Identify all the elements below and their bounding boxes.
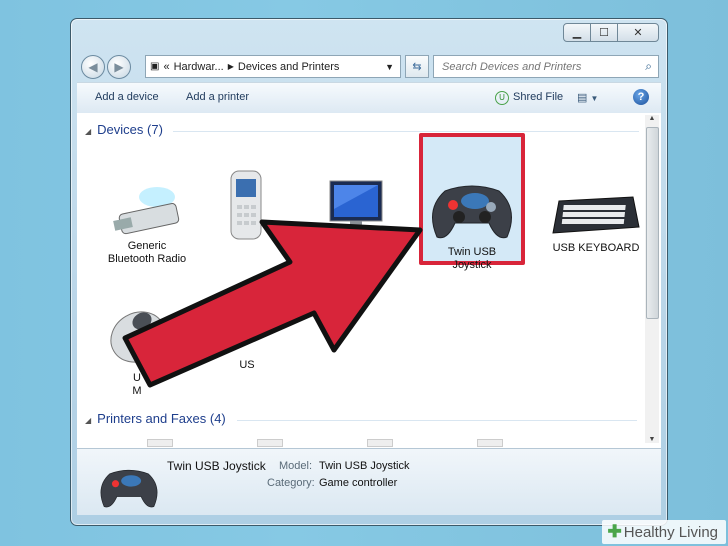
device-usb-mouse[interactable]: U M — [87, 303, 187, 398]
device-twin-usb-joystick[interactable]: Twin USB Joystick — [422, 179, 522, 272]
device-label-line1: U — [133, 372, 141, 384]
device-phone[interactable] — [197, 169, 297, 244]
printers-group-header[interactable]: ◢ Printers and Faxes (4) — [85, 411, 226, 426]
collapse-triangle-icon: ◢ — [85, 416, 92, 425]
control-panel-icon: ▣ — [150, 61, 160, 72]
scroll-thumb[interactable] — [646, 127, 659, 319]
printer-icons-partial — [147, 439, 587, 448]
view-options-button[interactable]: ▤ ▼ — [577, 91, 598, 104]
printer-icon[interactable] — [367, 439, 393, 447]
details-pane: Twin USB Joystick Model: Twin USB Joysti… — [77, 449, 661, 515]
group-divider — [237, 420, 637, 421]
details-category-value: Game controller — [319, 477, 398, 489]
breadcrumb-overflow[interactable]: « — [163, 61, 169, 73]
scroll-down-icon[interactable]: ▼ — [645, 436, 659, 443]
scroll-up-icon[interactable]: ▲ — [645, 115, 659, 122]
watermark: ✚ Healthy Living — [601, 520, 726, 544]
close-button[interactable]: ✕ — [617, 23, 659, 42]
mouse-icon — [110, 311, 166, 363]
breadcrumb-hardware[interactable]: Hardwar... — [174, 61, 224, 73]
details-model-value: Twin USB Joystick — [319, 460, 410, 472]
keyboard-icon — [552, 196, 640, 234]
refresh-button[interactable]: ⇆ — [405, 55, 429, 78]
watermark-text: Healthy Living — [623, 523, 718, 541]
group-divider — [173, 131, 639, 132]
help-button[interactable]: ? — [633, 89, 649, 105]
device-label-line1: US — [239, 359, 255, 371]
shred-file-button[interactable]: U Shred File — [495, 91, 563, 105]
device-label-line2: Joystick — [452, 259, 492, 271]
command-bar: Add a device Add a printer U Shred File ▤… — [77, 82, 661, 114]
device-monitor[interactable] — [307, 179, 407, 242]
address-dropdown-icon[interactable]: ▼ — [385, 62, 394, 72]
minimize-button[interactable]: ▁ — [563, 23, 591, 42]
devices-list: ◢ Devices (7) Generic Bluetooth Radio Tw… — [77, 113, 661, 449]
devices-and-printers-window: ▁ ☐ ✕ ◀ ▶ ▣ « Hardwar... ▶ Devices and P… — [70, 18, 668, 526]
details-model-key: Model: — [279, 460, 313, 472]
device-label-line2: Bluetooth Radio — [107, 253, 187, 265]
devices-group-header[interactable]: ◢ Devices (7) — [85, 122, 163, 137]
caption-buttons: ▁ ☐ ✕ — [563, 23, 659, 42]
shred-icon: U — [495, 91, 509, 105]
device-usb-keyboard[interactable]: USB KEYBOARD — [542, 193, 650, 255]
search-input[interactable] — [440, 59, 634, 74]
search-icon[interactable]: ⌕ — [645, 59, 652, 74]
device-label-line2: M — [132, 385, 142, 397]
add-device-button[interactable]: Add a device — [95, 91, 159, 103]
vertical-scrollbar[interactable]: ▲ ▼ — [645, 115, 659, 443]
device-generic-bluetooth-radio[interactable]: Generic Bluetooth Radio — [97, 179, 197, 266]
forward-arrow-icon: ▶ — [114, 60, 124, 74]
search-box: ⌕ — [433, 55, 659, 78]
view-dropdown-icon: ▼ — [590, 94, 599, 103]
gamepad-icon — [432, 185, 512, 239]
watermark-logo-icon: ✚ — [607, 522, 622, 541]
gamepad-icon — [100, 469, 158, 508]
collapse-triangle-icon: ◢ — [85, 127, 92, 136]
view-icon: ▤ — [577, 92, 588, 104]
devices-group-label: Devices (7) — [97, 122, 163, 137]
back-button[interactable]: ◀ — [81, 55, 105, 79]
device-label-line1: Generic — [127, 240, 167, 252]
shred-file-label: Shred File — [513, 91, 564, 103]
details-category-key: Category: — [267, 477, 315, 489]
usb-bluetooth-icon — [113, 187, 180, 235]
address-bar[interactable]: ▣ « Hardwar... ▶ Devices and Printers ▼ — [145, 55, 401, 78]
phone-icon — [230, 170, 262, 240]
device-label-line1: USB KEYBOARD — [552, 242, 640, 254]
printer-icon[interactable] — [147, 439, 173, 447]
monitor-icon — [329, 180, 383, 235]
add-printer-button[interactable]: Add a printer — [186, 91, 249, 103]
breadcrumb-separator-icon[interactable]: ▶ — [228, 62, 234, 71]
device-usb-device[interactable]: US — [197, 359, 297, 372]
forward-button[interactable]: ▶ — [107, 55, 131, 79]
refresh-icon: ⇆ — [412, 61, 422, 73]
back-arrow-icon: ◀ — [88, 60, 98, 74]
breadcrumb-devices-and-printers[interactable]: Devices and Printers — [238, 61, 340, 73]
printer-icon[interactable] — [257, 439, 283, 447]
printers-group-label: Printers and Faxes (4) — [97, 411, 226, 426]
maximize-button[interactable]: ☐ — [590, 23, 618, 42]
printer-icon[interactable] — [477, 439, 503, 447]
device-label-line1: Twin USB — [447, 246, 497, 258]
details-device-name: Twin USB Joystick — [167, 459, 266, 473]
